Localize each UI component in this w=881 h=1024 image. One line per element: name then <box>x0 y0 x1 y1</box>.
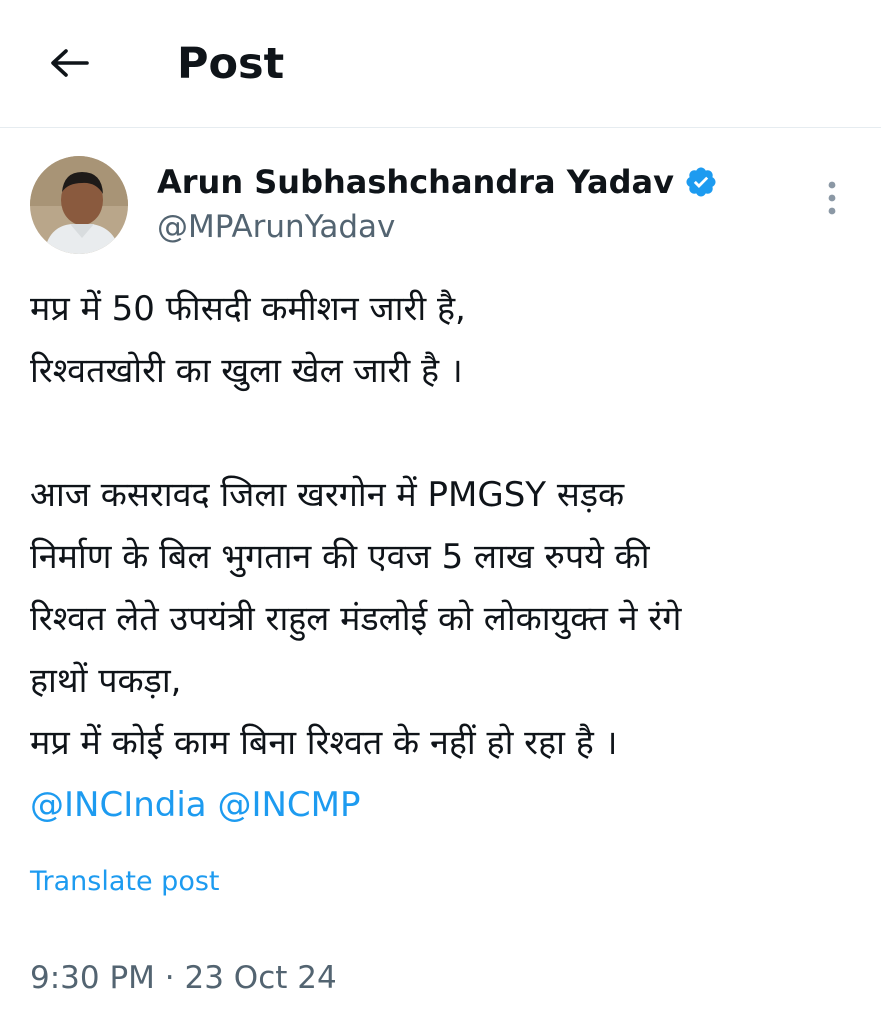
author-name-text: Arun Subhashchandra Yadav <box>157 163 674 201</box>
post-line: निर्माण के बिल भुगतान की एवज 5 लाख रुपये… <box>30 537 650 577</box>
post-line: रिश्वत लेते उपयंत्री राहुल मंडलोई को लोक… <box>30 599 682 639</box>
post-text: मप्र में 50 फीसदी कमीशन जारी है, रिश्वतख… <box>30 278 850 836</box>
post-time: 9:30 PM <box>30 960 155 996</box>
post-date: 23 Oct 24 <box>184 960 337 996</box>
post-line: हाथों पकड़ा, <box>30 661 182 701</box>
verified-badge-icon <box>686 167 716 197</box>
more-options-button[interactable] <box>812 178 852 218</box>
translate-post-link[interactable]: Translate post <box>30 862 220 902</box>
author-handle[interactable]: @MPArunYadav <box>157 206 395 248</box>
mention-link-incindia[interactable]: @INCIndia <box>30 785 207 825</box>
post-timestamp: 9:30 PM · 23 Oct 24 <box>30 956 337 1000</box>
post-line: रिश्वतखोरी का खुला खेल जारी है । <box>30 351 463 391</box>
avatar[interactable] <box>30 156 128 254</box>
top-app-bar: Post <box>0 0 881 128</box>
author-name[interactable]: Arun Subhashchandra Yadav <box>157 160 718 204</box>
page-title: Post <box>177 39 285 89</box>
profile-photo <box>30 156 128 254</box>
timestamp-separator: · <box>164 960 175 996</box>
mention-link-incmp[interactable]: @INCMP <box>217 785 360 825</box>
paragraph-break <box>30 402 850 464</box>
arrow-left-icon <box>51 49 89 77</box>
post-line: आज कसरावद जिला खरगोन में PMGSY सड़क <box>30 475 625 515</box>
post-line: मप्र में कोई काम बिना रिश्वत के नहीं हो … <box>30 723 618 763</box>
more-vertical-icon <box>828 181 836 215</box>
mentions-line: @INCIndia @INCMP <box>30 774 850 836</box>
post-line: मप्र में 50 फीसदी कमीशन जारी है, <box>30 289 466 329</box>
back-button[interactable] <box>40 34 98 92</box>
